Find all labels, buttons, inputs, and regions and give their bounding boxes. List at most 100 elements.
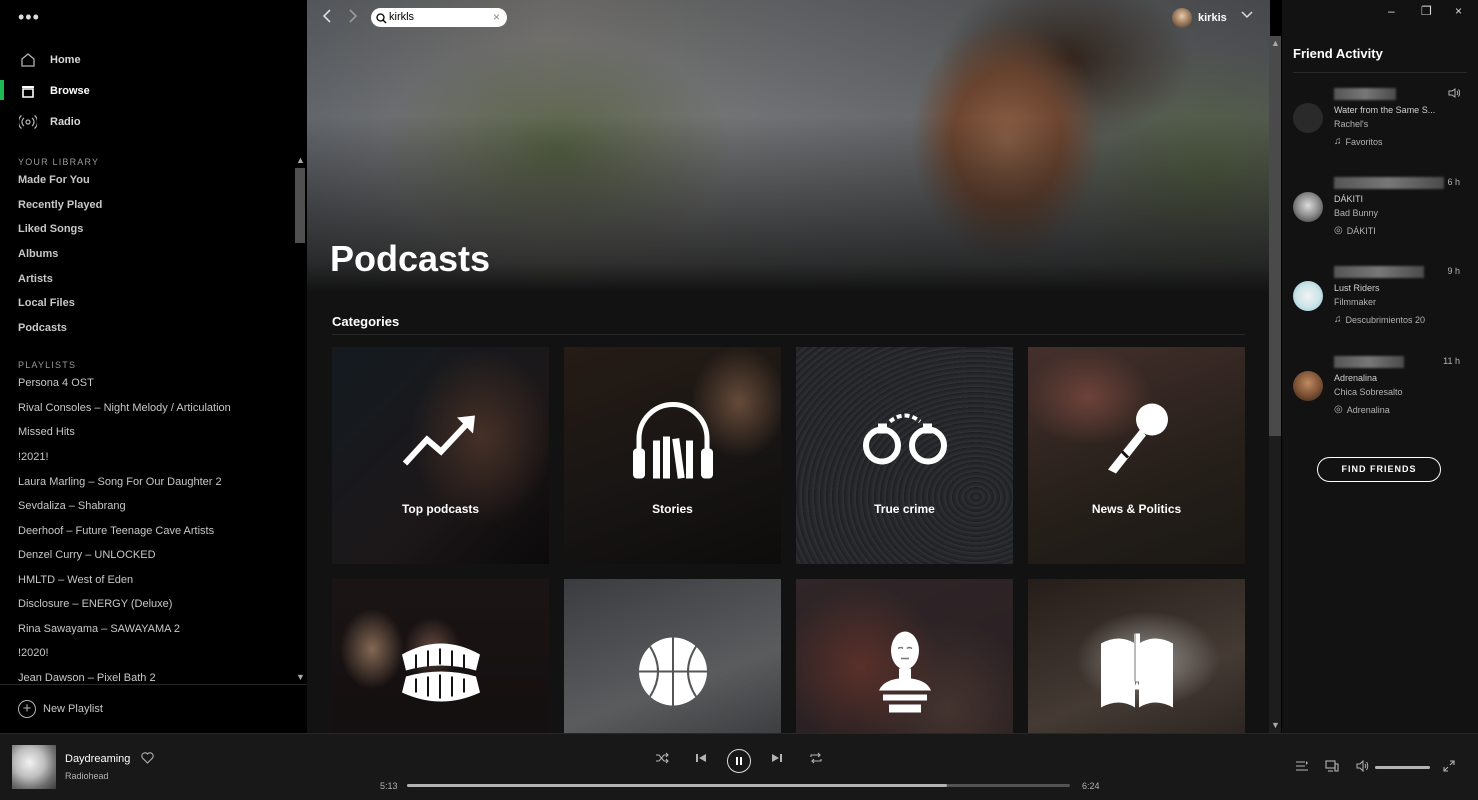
friend-artist: Chica Sobresalto [1334, 387, 1403, 397]
category-tile-true-crime[interactable]: True crime [796, 347, 1013, 564]
heart-icon[interactable] [141, 752, 154, 767]
playlist-item[interactable]: Deerhoof – Future Teenage Cave Artists [18, 525, 214, 537]
volume-slider[interactable] [1375, 766, 1430, 769]
progress-fill [407, 784, 948, 787]
friend-artist: Rachel's [1334, 119, 1369, 129]
search-box: × [371, 8, 507, 27]
scroll-down-icon[interactable]: ▼ [296, 672, 305, 682]
playlist-item[interactable]: Rina Sawayama – SAWAYAMA 2 [18, 623, 180, 635]
user-menu[interactable]: kirkis [1172, 7, 1227, 29]
friend-item[interactable]: 9 h Lust Riders Filmmaker ♫ Descubrimient… [1282, 266, 1478, 344]
maximize-icon[interactable]: ❐ [1421, 4, 1432, 18]
playlist-item[interactable]: Denzel Curry – UNLOCKED [18, 549, 156, 561]
friend-name-blurred [1334, 88, 1396, 100]
music-note-icon: ♫ [1334, 314, 1342, 325]
chevron-down-icon[interactable] [1241, 9, 1253, 23]
scroll-up-icon[interactable]: ▲ [1271, 38, 1280, 48]
library-item[interactable]: Podcasts [18, 322, 67, 334]
divider [1293, 72, 1467, 73]
back-icon[interactable] [321, 8, 333, 29]
nav-label: Browse [50, 85, 90, 97]
avatar [1293, 103, 1323, 133]
friend-item[interactable]: 11 h Adrenalina Chica Sobresalto ◎ Adrena… [1282, 356, 1478, 434]
scroll-down-icon[interactable]: ▼ [1271, 720, 1280, 730]
library-item[interactable]: Albums [18, 248, 58, 260]
category-tile-stories[interactable]: Stories [564, 347, 781, 564]
category-tile-sports[interactable] [564, 579, 781, 733]
friend-activity-panel: – ❐ × Friend Activity Water from the Sam… [1282, 0, 1478, 733]
playlist-item[interactable]: !2021! [18, 451, 49, 463]
friend-time: 9 h [1447, 266, 1460, 276]
category-tile-comedy[interactable] [332, 579, 549, 733]
playlist-item[interactable]: Sevdaliza – Shabrang [18, 500, 126, 512]
new-playlist-button[interactable]: + New Playlist [0, 684, 307, 733]
avatar [1293, 371, 1323, 401]
main-scrollbar[interactable] [1269, 36, 1281, 436]
nav-label: Radio [50, 116, 81, 128]
playlist-item[interactable]: Laura Marling – Song For Our Daughter 2 [18, 476, 222, 488]
playlist-item[interactable]: !2020! [18, 647, 49, 659]
category-tile-society[interactable] [796, 579, 1013, 733]
basketball-icon [636, 635, 710, 714]
library-item[interactable]: Made For You [18, 174, 90, 186]
nav-radio[interactable]: Radio [0, 107, 307, 137]
volume-icon[interactable] [1356, 759, 1370, 775]
close-icon[interactable]: × [1455, 4, 1462, 18]
playlist-item[interactable]: Disclosure – ENERGY (Deluxe) [18, 598, 172, 610]
scroll-up-icon[interactable]: ▲ [296, 155, 305, 165]
friend-item[interactable]: 6 h DÁKITI Bad Bunny ◎ DÁKITI [1282, 177, 1478, 255]
playlist-item[interactable]: Rival Consoles – Night Melody / Articula… [18, 402, 231, 414]
playlist-item[interactable]: HMLTD – West of Eden [18, 574, 133, 586]
category-tile-top-podcasts[interactable]: Top podcasts [332, 347, 549, 564]
category-tile-education[interactable] [1028, 579, 1245, 733]
nav-home[interactable]: Home [0, 45, 307, 75]
category-label: True crime [874, 502, 935, 516]
friend-context: ◎ Adrenalina [1334, 404, 1390, 415]
track-title[interactable]: Daydreaming [65, 753, 130, 765]
find-friends-button[interactable]: FIND FRIENDS [1317, 457, 1441, 482]
headphones-books-icon [631, 397, 715, 488]
friend-item[interactable]: Water from the Same S... Rachel's ♫ Favor… [1282, 88, 1478, 166]
friend-context: ♫ Descubrimientos 20 [1334, 314, 1425, 325]
browse-icon [18, 81, 38, 101]
friend-context: ♫ Favoritos [1334, 136, 1383, 147]
devices-icon[interactable] [1325, 760, 1339, 775]
repeat-icon[interactable] [809, 752, 823, 767]
shuffle-icon[interactable] [655, 752, 669, 767]
player-bar: Daydreaming Radiohead 5:13 6:24 [0, 733, 1478, 800]
context-label: Adrenalina [1346, 404, 1390, 415]
previous-icon[interactable] [695, 752, 707, 767]
library-item[interactable]: Local Files [18, 297, 75, 309]
volume-fill [1375, 766, 1430, 769]
playlist-item[interactable]: Jean Dawson – Pixel Bath 2 [18, 672, 156, 684]
next-icon[interactable] [771, 752, 783, 767]
library-item[interactable]: Recently Played [18, 199, 102, 211]
queue-icon[interactable] [1295, 760, 1309, 775]
nav-browse[interactable]: Browse [0, 76, 307, 106]
sidebar-scrollbar[interactable] [295, 168, 305, 243]
library-item[interactable]: Liked Songs [18, 223, 83, 235]
music-note-icon: ♫ [1334, 136, 1342, 147]
page-title: Podcasts [330, 238, 491, 279]
pause-button[interactable] [727, 749, 751, 773]
menu-dots-icon[interactable]: ••• [18, 8, 40, 26]
album-cover[interactable] [12, 745, 56, 789]
pause-icon [736, 757, 742, 765]
teeth-icon [396, 637, 486, 712]
playlist-item[interactable]: Missed Hits [18, 426, 75, 438]
search-input[interactable] [389, 9, 489, 25]
minimize-icon[interactable]: – [1388, 4, 1395, 18]
friend-artist: Filmmaker [1334, 297, 1376, 307]
library-item[interactable]: Artists [18, 273, 53, 285]
context-label: Favoritos [1345, 136, 1383, 147]
speaker-icon [1448, 88, 1461, 100]
fullscreen-icon[interactable] [1443, 760, 1455, 775]
main-content: × kirkis Podcasts Categories Top podcast… [307, 0, 1270, 733]
sidebar: ••• Home Browse Radio YOUR LIBRARY Made … [0, 0, 307, 733]
progress-bar[interactable] [407, 784, 1070, 787]
clear-search-icon[interactable]: × [493, 10, 500, 24]
playlist-item[interactable]: Persona 4 OST [18, 377, 94, 389]
track-artist[interactable]: Radiohead [65, 771, 109, 781]
forward-icon[interactable] [347, 8, 359, 29]
category-tile-news-politics[interactable]: News & Politics [1028, 347, 1245, 564]
